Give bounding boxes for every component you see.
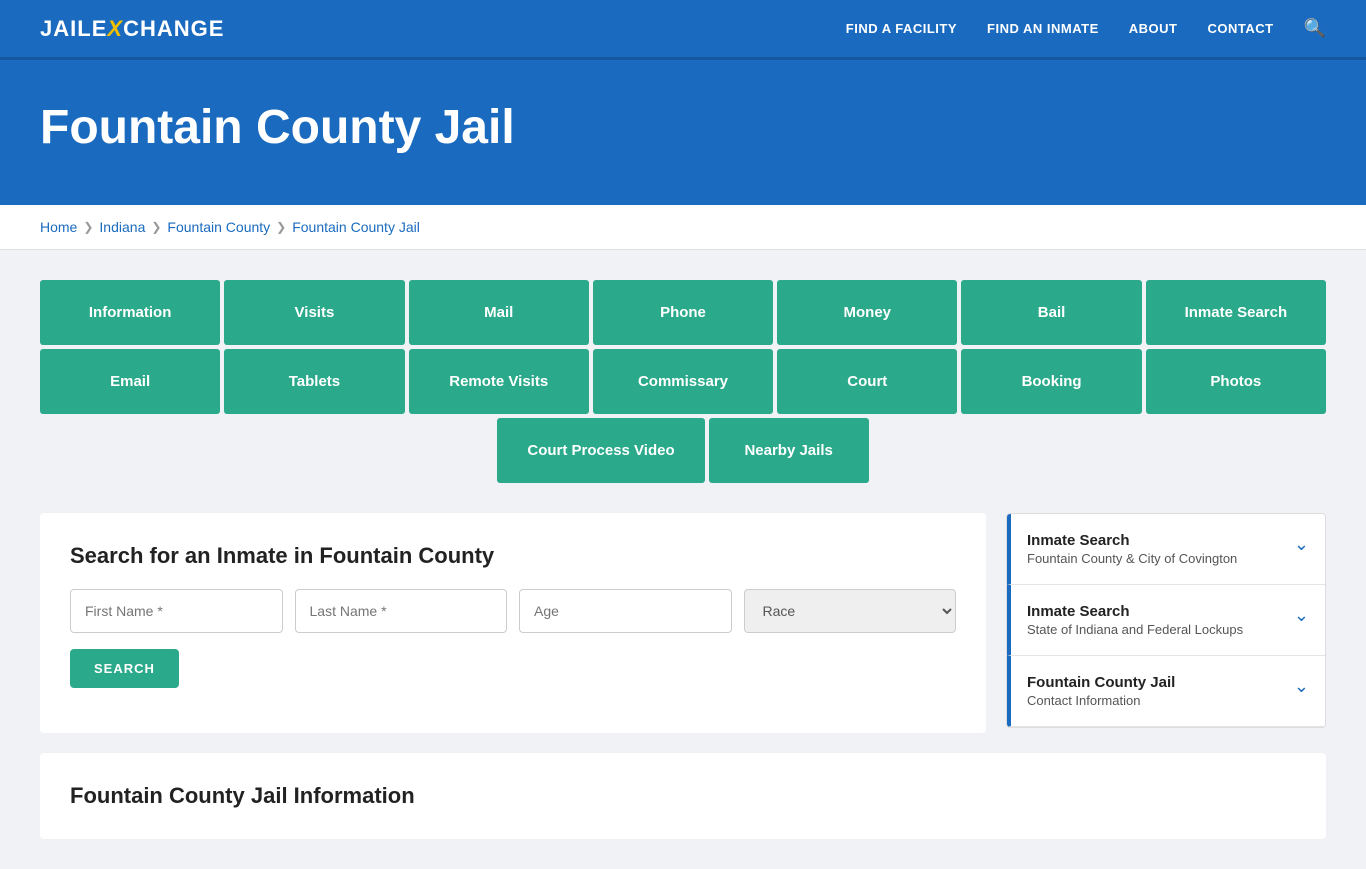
sidebar-title-2: Inmate Search bbox=[1027, 603, 1243, 620]
btn-court[interactable]: Court bbox=[777, 349, 957, 414]
sidebar-subtitle-1: Fountain County & City of Covington bbox=[1027, 551, 1237, 566]
left-panel: Search for an Inmate in Fountain County … bbox=[40, 513, 986, 733]
search-icon[interactable]: 🔍 bbox=[1304, 18, 1326, 39]
btn-visits[interactable]: Visits bbox=[224, 280, 404, 345]
btn-remote-visits[interactable]: Remote Visits bbox=[409, 349, 589, 414]
hero-section: Fountain County Jail bbox=[0, 60, 1366, 205]
sidebar-item-text-3: Fountain County Jail Contact Information bbox=[1027, 674, 1175, 708]
btn-court-process-video[interactable]: Court Process Video bbox=[497, 418, 704, 483]
info-title: Fountain County Jail Information bbox=[70, 783, 1296, 809]
logo-change: CHANGE bbox=[123, 16, 224, 41]
btn-money[interactable]: Money bbox=[777, 280, 957, 345]
btn-booking[interactable]: Booking bbox=[961, 349, 1141, 414]
breadcrumb-sep-1: ❯ bbox=[83, 220, 93, 234]
sidebar-item-inmate-search-indiana[interactable]: Inmate Search State of Indiana and Feder… bbox=[1007, 585, 1325, 656]
breadcrumb-home[interactable]: Home bbox=[40, 219, 77, 235]
chevron-down-icon-3: ⌄ bbox=[1294, 676, 1309, 697]
breadcrumb-current: Fountain County Jail bbox=[292, 219, 420, 235]
breadcrumb-sep-3: ❯ bbox=[276, 220, 286, 234]
breadcrumb-indiana[interactable]: Indiana bbox=[99, 219, 145, 235]
breadcrumb-bar: Home ❯ Indiana ❯ Fountain County ❯ Fount… bbox=[0, 205, 1366, 250]
nav-links: FIND A FACILITY FIND AN INMATE ABOUT CON… bbox=[846, 18, 1326, 39]
sidebar-title-3: Fountain County Jail bbox=[1027, 674, 1175, 691]
right-sidebar: Inmate Search Fountain County & City of … bbox=[1006, 513, 1326, 728]
btn-tablets[interactable]: Tablets bbox=[224, 349, 404, 414]
btn-email[interactable]: Email bbox=[40, 349, 220, 414]
search-form: Race White Black Hispanic Asian Other SE… bbox=[70, 589, 956, 688]
nav-about[interactable]: ABOUT bbox=[1129, 21, 1178, 36]
sidebar-title-1: Inmate Search bbox=[1027, 532, 1237, 549]
sidebar-item-text-2: Inmate Search State of Indiana and Feder… bbox=[1027, 603, 1243, 637]
btn-inmate-search[interactable]: Inmate Search bbox=[1146, 280, 1326, 345]
info-section: Fountain County Jail Information bbox=[40, 753, 1326, 839]
content-flex: Search for an Inmate in Fountain County … bbox=[40, 513, 1326, 733]
sidebar-item-text-1: Inmate Search Fountain County & City of … bbox=[1027, 532, 1237, 566]
button-grid-row1: Information Visits Mail Phone Money Bail… bbox=[40, 280, 1326, 345]
btn-nearby-jails[interactable]: Nearby Jails bbox=[709, 418, 869, 483]
btn-information[interactable]: Information bbox=[40, 280, 220, 345]
form-row-1: Race White Black Hispanic Asian Other bbox=[70, 589, 956, 633]
sidebar-subtitle-2: State of Indiana and Federal Lockups bbox=[1027, 622, 1243, 637]
race-select[interactable]: Race White Black Hispanic Asian Other bbox=[744, 589, 957, 633]
nav-find-facility[interactable]: FIND A FACILITY bbox=[846, 21, 957, 36]
nav-contact[interactable]: CONTACT bbox=[1207, 21, 1273, 36]
chevron-down-icon-1: ⌄ bbox=[1294, 534, 1309, 555]
btn-mail[interactable]: Mail bbox=[409, 280, 589, 345]
breadcrumb: Home ❯ Indiana ❯ Fountain County ❯ Fount… bbox=[40, 219, 1326, 235]
btn-commissary[interactable]: Commissary bbox=[593, 349, 773, 414]
main-content: Information Visits Mail Phone Money Bail… bbox=[0, 250, 1366, 869]
last-name-input[interactable] bbox=[295, 589, 508, 633]
site-logo[interactable]: JAILEXCHANGE bbox=[40, 16, 224, 42]
age-input[interactable] bbox=[519, 589, 732, 633]
btn-bail[interactable]: Bail bbox=[961, 280, 1141, 345]
logo-jail: JAIL bbox=[40, 16, 92, 41]
first-name-input[interactable] bbox=[70, 589, 283, 633]
button-grid-row2: Email Tablets Remote Visits Commissary C… bbox=[40, 349, 1326, 414]
chevron-down-icon-2: ⌄ bbox=[1294, 605, 1309, 626]
logo-e: E bbox=[92, 16, 108, 41]
nav-find-inmate[interactable]: FIND AN INMATE bbox=[987, 21, 1099, 36]
search-title: Search for an Inmate in Fountain County bbox=[70, 543, 956, 569]
breadcrumb-fountain-county[interactable]: Fountain County bbox=[167, 219, 270, 235]
logo-x: X bbox=[107, 16, 123, 41]
search-button[interactable]: SEARCH bbox=[70, 649, 179, 688]
button-grid-row3: Court Process Video Nearby Jails bbox=[40, 418, 1326, 483]
btn-phone[interactable]: Phone bbox=[593, 280, 773, 345]
breadcrumb-sep-2: ❯ bbox=[151, 220, 161, 234]
sidebar-item-contact-info[interactable]: Fountain County Jail Contact Information… bbox=[1007, 656, 1325, 727]
btn-photos[interactable]: Photos bbox=[1146, 349, 1326, 414]
sidebar-item-inmate-search-fountain[interactable]: Inmate Search Fountain County & City of … bbox=[1007, 514, 1325, 585]
page-title: Fountain County Jail bbox=[40, 100, 1326, 155]
sidebar-subtitle-3: Contact Information bbox=[1027, 693, 1175, 708]
